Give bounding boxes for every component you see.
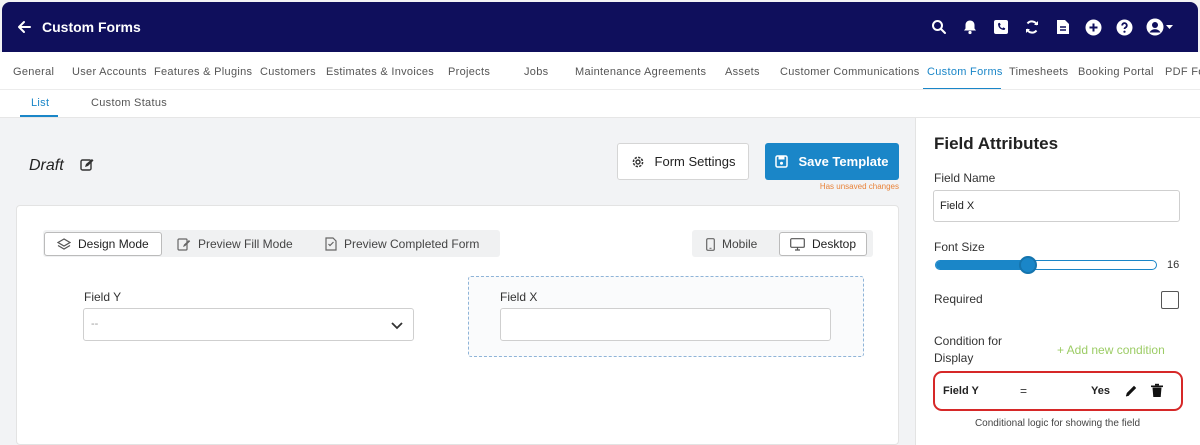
settings-tabs: General User Accounts Features & Plugins… <box>0 52 1200 90</box>
sub-tabs: List Custom Status <box>0 90 1200 118</box>
design-mode-label: Design Mode <box>78 237 149 251</box>
tab-general[interactable]: General <box>13 52 54 89</box>
edit-icon[interactable] <box>80 158 94 172</box>
sync-icon[interactable] <box>1016 11 1047 43</box>
tab-assets[interactable]: Assets <box>725 52 760 89</box>
search-icon[interactable] <box>923 11 954 43</box>
desktop-label: Desktop <box>812 237 857 251</box>
tab-timesheets[interactable]: Timesheets <box>1009 52 1068 89</box>
preview-fill-mode-label: Preview Fill Mode <box>198 237 293 251</box>
tab-custom-status[interactable]: Custom Status <box>91 90 167 117</box>
arrow-left-icon[interactable] <box>8 11 40 43</box>
condition-value: Yes <box>1091 385 1110 397</box>
bell-icon[interactable] <box>954 11 985 43</box>
toolbar-icons <box>923 2 1180 52</box>
user-icon[interactable] <box>1140 11 1180 43</box>
font-size-slider-fill <box>936 261 1029 269</box>
active-subtab-indicator <box>20 115 58 117</box>
field-y-value: -- <box>91 318 99 330</box>
pencil-icon[interactable] <box>1124 384 1138 398</box>
page-title: Custom Forms <box>42 19 141 35</box>
chevron-down-icon <box>391 322 403 330</box>
field-x-label: Field X <box>500 290 538 304</box>
tab-list[interactable]: List <box>31 90 49 117</box>
preview-completed-form-label: Preview Completed Form <box>344 237 480 251</box>
tab-maintenance-agreements[interactable]: Maintenance Agreements <box>575 52 706 89</box>
preview-fill-mode-button[interactable]: Preview Fill Mode <box>165 232 305 256</box>
tab-custom-forms[interactable]: Custom Forms <box>927 52 1003 89</box>
tab-features-plugins[interactable]: Features & Plugins <box>154 52 252 89</box>
unsaved-changes-note: Has unsaved changes <box>819 182 899 191</box>
mobile-icon <box>706 237 715 251</box>
help-icon[interactable] <box>1109 11 1140 43</box>
form-settings-label: Form Settings <box>654 154 736 169</box>
mobile-button[interactable]: Mobile <box>696 232 767 256</box>
tab-booking-portal[interactable]: Booking Portal <box>1078 52 1154 89</box>
condition-help-text: Conditional logic for showing the field <box>974 418 1141 429</box>
gear-icon <box>632 156 643 167</box>
top-bar: Custom Forms <box>2 2 1198 52</box>
tab-jobs[interactable]: Jobs <box>524 52 548 89</box>
condition-operator: = <box>1020 384 1028 398</box>
tab-user-accounts[interactable]: User Accounts <box>72 52 147 89</box>
field-name-input[interactable] <box>933 190 1180 222</box>
field-y-select[interactable]: -- <box>83 308 414 341</box>
tab-customers[interactable]: Customers <box>260 52 316 89</box>
form-settings-button[interactable]: Form Settings <box>617 143 749 180</box>
add-new-condition-link[interactable]: + Add new condition <box>1057 343 1165 357</box>
field-name-label: Field Name <box>934 171 996 185</box>
plus-circle-icon[interactable] <box>1078 11 1109 43</box>
condition-field: Field Y <box>943 385 979 397</box>
preview-completed-form-button[interactable]: Preview Completed Form <box>313 232 491 256</box>
font-size-label: Font Size <box>934 240 985 254</box>
required-label: Required <box>934 292 983 306</box>
desktop-button[interactable]: Desktop <box>779 232 868 256</box>
phone-icon[interactable] <box>985 11 1016 43</box>
required-checkbox[interactable] <box>1161 291 1179 309</box>
form-name: Draft <box>29 157 64 174</box>
tab-estimates-invoices[interactable]: Estimates & Invoices <box>326 52 434 89</box>
save-icon <box>775 155 789 168</box>
field-x-input[interactable] <box>500 308 831 341</box>
save-template-button[interactable]: Save Template <box>765 143 899 180</box>
design-mode-button[interactable]: Design Mode <box>44 232 162 256</box>
mobile-label: Mobile <box>722 237 758 251</box>
save-template-label: Save Template <box>798 154 889 169</box>
condition-label-line-2: Display <box>934 351 974 365</box>
field-y-label: Field Y <box>84 290 122 304</box>
tab-projects[interactable]: Projects <box>448 52 490 89</box>
fill-icon <box>177 237 191 251</box>
condition-label-line-1: Condition for <box>934 334 1003 348</box>
font-size-value: 16 <box>1167 259 1180 271</box>
trash-icon[interactable] <box>1150 383 1164 398</box>
tab-pdf-forms[interactable]: PDF Fo <box>1165 52 1200 89</box>
document-icon[interactable] <box>1047 11 1078 43</box>
panel-title: Field Attributes <box>934 134 1059 153</box>
design-icon <box>57 238 71 250</box>
font-size-slider[interactable] <box>935 260 1157 270</box>
tab-customer-communications[interactable]: Customer Communications <box>780 52 920 89</box>
desktop-icon <box>790 237 805 251</box>
completed-form-icon <box>325 237 337 251</box>
